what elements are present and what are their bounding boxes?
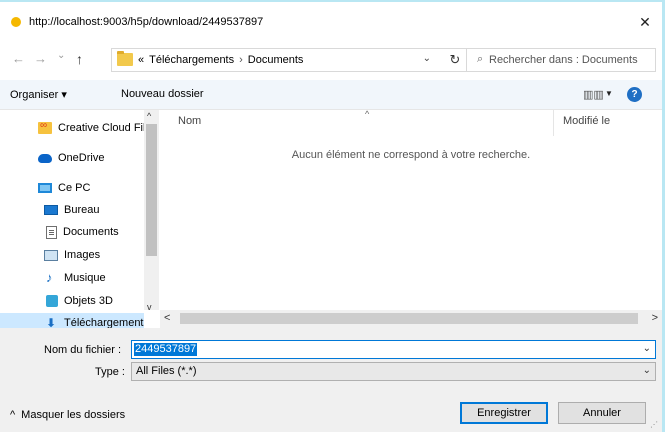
breadcrumb-item-documents[interactable]: Documents <box>248 54 304 66</box>
view-dropdown-icon[interactable]: ▼ <box>605 89 613 98</box>
save-button[interactable]: Enregistrer <box>460 402 548 424</box>
organize-button[interactable]: Organiser ▾ <box>10 88 67 101</box>
breadcrumb-overflow-icon[interactable]: « <box>138 54 144 66</box>
file-list: Nom ^ Modifié le Aucun élément ne corres… <box>160 109 662 310</box>
sidebar-item-label: Ce PC <box>58 182 91 194</box>
navigation-pane: Creative Cloud Fil OneDrive Ce PC Bureau… <box>0 110 160 328</box>
refresh-icon[interactable]: ↻ <box>444 48 466 72</box>
breadcrumb-item-telechargements[interactable]: Téléchargements <box>149 54 234 66</box>
chevron-down-icon[interactable]: ⌄ <box>423 53 431 64</box>
sidebar-item-label: Images <box>64 249 101 261</box>
back-arrow-icon[interactable]: ← <box>12 52 25 66</box>
breadcrumb: « Téléchargements › Documents <box>138 54 303 66</box>
help-icon[interactable]: ? <box>627 87 642 102</box>
3d-objects-icon <box>46 295 58 307</box>
sort-caret-icon: ^ <box>365 109 370 119</box>
title-bar: http://localhost:9003/h5p/download/24495… <box>0 2 662 42</box>
search-placeholder: Rechercher dans : Documents <box>489 54 638 66</box>
sidebar-item-label: Objets 3D <box>64 295 113 307</box>
sidebar-item-creative-cloud[interactable]: Creative Cloud Fil <box>0 118 146 138</box>
filename-label: Nom du fichier : <box>44 344 122 356</box>
column-header-modified[interactable]: Modifié le <box>563 115 610 127</box>
sidebar-item-label: OneDrive <box>58 152 105 164</box>
sidebar-item-label: Musique <box>64 272 106 284</box>
hscroll-thumb[interactable] <box>180 313 638 324</box>
sidebar-item-onedrive[interactable]: OneDrive <box>0 148 144 168</box>
computer-icon <box>38 183 52 193</box>
browser-dot-icon <box>11 17 21 27</box>
scroll-left-icon[interactable]: < <box>164 312 170 324</box>
forward-arrow-icon[interactable]: → <box>34 52 47 66</box>
music-icon: ♪ <box>46 269 53 285</box>
file-type-select[interactable]: All Files (*.*) ⌄ <box>131 362 656 381</box>
sidebar-item-label: Documents <box>63 226 119 238</box>
type-label: Type : <box>95 366 125 378</box>
cancel-button[interactable]: Annuler <box>558 402 646 424</box>
onedrive-icon <box>38 153 52 163</box>
file-type-value: All Files (*.*) <box>136 365 197 377</box>
chevron-right-icon: › <box>239 54 243 66</box>
desktop-icon <box>44 205 58 215</box>
search-icon: ⌕ <box>477 53 484 65</box>
up-arrow-icon[interactable]: ↑ <box>76 52 83 66</box>
sidebar-item-musique[interactable]: ♪ Musique <box>0 268 144 288</box>
address-bar[interactable]: « Téléchargements › Documents ⌄ ↻ <box>111 48 468 72</box>
sidebar-item-label: Creative Cloud Fil <box>58 122 146 134</box>
empty-message: Aucun élément ne correspond à votre rech… <box>291 149 531 161</box>
images-icon <box>44 249 58 261</box>
sidebar-item-telechargements[interactable]: ⬇ Téléchargements <box>0 313 144 328</box>
sidebar-item-images[interactable]: Images <box>0 245 144 265</box>
chevron-down-icon[interactable]: ⌄ <box>643 365 651 376</box>
scroll-up-icon[interactable]: ^ <box>147 111 151 121</box>
hide-folders-label: Masquer les dossiers <box>21 409 126 421</box>
close-icon[interactable]: ✕ <box>638 15 652 29</box>
chevron-down-icon[interactable]: ⌄ <box>643 343 651 354</box>
address-row: ← → ⌄ ↑ « Téléchargements › Documents ⌄ … <box>0 44 662 76</box>
window-title: http://localhost:9003/h5p/download/24495… <box>29 16 264 28</box>
documents-icon <box>46 225 57 239</box>
view-options-icon[interactable]: ▥▥ <box>583 88 604 101</box>
command-toolbar: Organiser ▾ Nouveau dossier ▥▥ ▼ ? <box>0 80 662 110</box>
filename-input[interactable]: 2449537897 ⌄ <box>131 340 656 359</box>
hide-folders-toggle[interactable]: ^ Masquer les dossiers <box>10 409 125 421</box>
folder-icon <box>117 51 133 66</box>
scroll-thumb[interactable] <box>146 124 157 256</box>
scroll-right-icon[interactable]: > <box>652 312 658 324</box>
new-folder-button[interactable]: Nouveau dossier <box>121 88 204 100</box>
column-divider[interactable] <box>553 110 554 136</box>
resize-grip-icon[interactable]: ⋰ <box>650 420 658 429</box>
sidebar-scrollbar[interactable]: ^ v <box>144 110 159 312</box>
recent-locations-icon[interactable]: ⌄ <box>57 49 65 63</box>
downloads-icon: ⬇ <box>46 316 57 328</box>
sidebar-item-documents[interactable]: Documents <box>0 222 144 242</box>
scroll-down-icon[interactable]: v <box>147 302 152 312</box>
search-input[interactable]: ⌕ Rechercher dans : Documents <box>466 48 656 72</box>
sidebar-item-label: Bureau <box>64 204 100 216</box>
sidebar-item-label: Téléchargements <box>64 317 144 328</box>
sidebar-item-ce-pc[interactable]: Ce PC <box>0 178 144 198</box>
column-header-name[interactable]: Nom <box>178 115 201 127</box>
creative-cloud-icon <box>38 120 52 134</box>
filename-value: 2449537897 <box>134 343 198 356</box>
sidebar-item-bureau[interactable]: Bureau <box>0 200 144 220</box>
save-form: Nom du fichier : 2449537897 ⌄ Type : All… <box>0 328 662 432</box>
sidebar-item-objets-3d[interactable]: Objets 3D <box>0 291 144 311</box>
chevron-up-icon: ^ <box>10 409 16 421</box>
file-list-hscrollbar[interactable]: < > <box>160 310 662 328</box>
